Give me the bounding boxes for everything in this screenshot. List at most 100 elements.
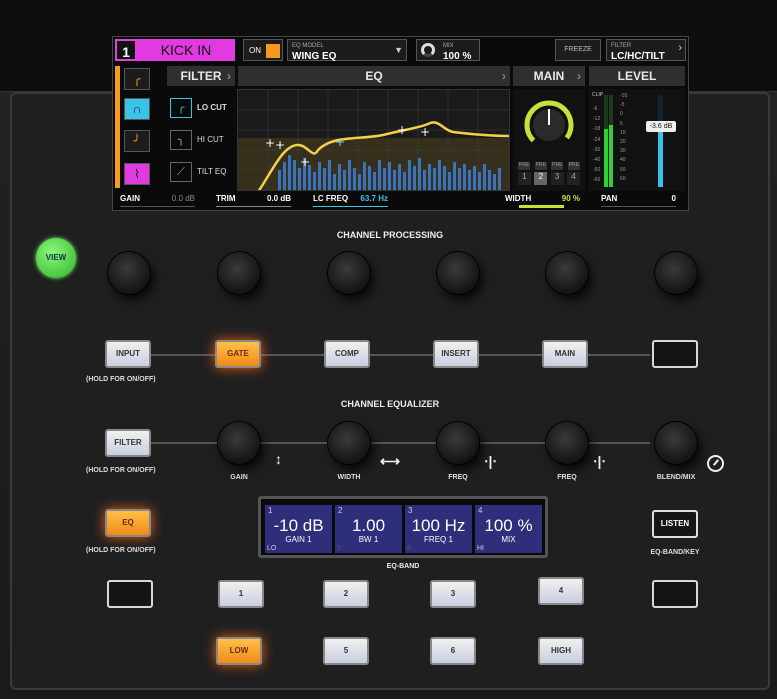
main-bus-buttons: 1 2 3 4	[518, 172, 580, 185]
comp-button[interactable]: COMP	[324, 340, 370, 368]
band-button-4[interactable]: 4	[538, 577, 584, 605]
band-button-high[interactable]: HIGH	[538, 637, 584, 665]
mix-control[interactable]: MIX 100 %	[416, 39, 480, 62]
input-meter-l	[604, 95, 608, 187]
freq-knob-1[interactable]	[437, 422, 479, 464]
filter-option-lo-cut[interactable]: ╭ LO CUT	[170, 97, 230, 119]
footer-pan[interactable]: PAN 0	[601, 194, 676, 210]
band-button-1[interactable]: 1	[218, 580, 264, 608]
freq-knob-2-label: FREQ	[557, 474, 577, 481]
eq-on-button[interactable]: ON	[243, 39, 283, 61]
freeze-button[interactable]: FREEZE	[555, 39, 601, 61]
lcd-idx: 3	[408, 506, 413, 515]
main-bus-2[interactable]: 2	[534, 172, 548, 185]
band-button-5[interactable]: 5	[323, 637, 369, 665]
chevron-right-icon: ›	[227, 69, 231, 83]
on-indicator	[266, 44, 280, 58]
eq-model-selector[interactable]: EQ MODEL WING EQ ▼	[287, 39, 407, 62]
blank-button-right[interactable]	[652, 580, 698, 608]
gain-footer-value: 0.0 dB	[171, 194, 195, 203]
hold-hint-eq: (HOLD FOR ON/OFF)	[86, 547, 156, 554]
blend-mix-knob[interactable]	[655, 422, 697, 464]
lcd-sub: GAIN 1	[285, 535, 312, 544]
section-level[interactable]: LEVEL	[589, 66, 685, 86]
freq-knob-2[interactable]	[546, 422, 588, 464]
clip-label: CLIP	[592, 92, 604, 98]
eq-bell-tab-icon[interactable]: ∩	[124, 98, 150, 120]
hold-hint-input: (HOLD FOR ON/OFF)	[86, 376, 156, 383]
blend-mix-knob-label: BLEND/MIX	[656, 474, 696, 481]
processing-knob-1[interactable]	[108, 252, 150, 294]
processing-knob-2[interactable]	[218, 252, 260, 294]
lcd-cell-2: 2 1.00 BW 1 5	[335, 505, 402, 553]
insert-button[interactable]: INSERT	[433, 340, 479, 368]
lo-cut-tab-icon[interactable]: ╭	[124, 68, 150, 90]
meter-scale-tick: -18	[593, 126, 601, 133]
chevron-right-icon: ›	[577, 69, 581, 83]
eq-button[interactable]: EQ	[105, 509, 151, 537]
filter-type-selector[interactable]: FILTER LC/HC/TILT ›	[606, 39, 686, 62]
hi-cut-tab-icon[interactable]: ╯	[124, 130, 150, 152]
footer-width[interactable]: WIDTH 90 %	[505, 194, 580, 210]
width-knob[interactable]	[328, 422, 370, 464]
level-scale-tick: 50	[620, 166, 626, 173]
width-dial-svg	[524, 100, 574, 150]
hi-cut-icon: ╮	[170, 129, 192, 150]
pre-label: PRE	[518, 162, 531, 170]
blank-button-top[interactable]	[652, 340, 698, 368]
gain-knob[interactable]	[218, 422, 260, 464]
filter-option-hi-cut[interactable]: ╮ HI CUT	[170, 129, 230, 151]
section-eq[interactable]: EQ ›	[238, 66, 510, 86]
view-button[interactable]: VIEW	[36, 238, 76, 278]
vertical-arrows-icon: ↕	[275, 451, 282, 467]
chevron-right-icon: ›	[502, 69, 506, 83]
band-button-6[interactable]: 6	[430, 637, 476, 665]
band-button-low[interactable]: LOW	[216, 637, 262, 665]
trim-value: 0.0 dB	[266, 194, 291, 203]
channel-number[interactable]: 1	[115, 39, 137, 61]
blank-button-left[interactable]	[107, 580, 153, 608]
lcd-value: 100 %	[484, 516, 533, 535]
chevron-right-icon: ›	[678, 42, 682, 54]
tab-strip-accent	[115, 66, 120, 188]
listen-button[interactable]: LISTEN	[652, 510, 698, 538]
eq-model-value: WING EQ	[292, 51, 337, 62]
lcd-sub: BW 1	[358, 535, 379, 544]
channel-name[interactable]: KICK IN	[137, 39, 235, 61]
svg-text:+: +	[420, 125, 430, 139]
footer-gain[interactable]: GAIN 0.0 dB	[120, 194, 195, 210]
processing-knob-3[interactable]	[328, 252, 370, 294]
level-scale-tick: -10	[620, 93, 628, 99]
filter-button[interactable]: FILTER	[105, 429, 151, 457]
level-scale-tick: 30	[620, 148, 626, 155]
section-main-label: MAIN	[533, 69, 565, 83]
band-button-2[interactable]: 2	[323, 580, 369, 608]
main-bus-3[interactable]: 3	[550, 172, 564, 185]
band-button-3[interactable]: 3	[430, 580, 476, 608]
main-bus-1[interactable]: 1	[518, 172, 531, 185]
processing-knob-6[interactable]	[655, 252, 697, 294]
main-bus-4[interactable]: 4	[566, 172, 580, 185]
fader-level-value[interactable]: -3.6 dB	[646, 121, 676, 132]
freq-split-icon: ⋅|⋅	[484, 453, 497, 469]
level-scale-tick: 60	[620, 175, 626, 182]
lcd-sub: FREQ 1	[424, 535, 453, 544]
hi-cut-label: HI CUT	[197, 135, 224, 144]
processing-knob-5[interactable]	[546, 252, 588, 294]
eq-graph[interactable]: + + + + + +	[237, 89, 510, 191]
input-button[interactable]: INPUT	[105, 340, 151, 368]
pre-label: PRE	[567, 162, 580, 170]
processing-knob-4[interactable]	[437, 252, 479, 294]
gate-button[interactable]: GATE	[215, 340, 261, 368]
footer-trim[interactable]: TRIM 0.0 dB	[216, 194, 291, 210]
section-filter[interactable]: FILTER ›	[167, 66, 235, 86]
width-label: WIDTH	[505, 194, 532, 203]
main-button[interactable]: MAIN	[542, 340, 588, 368]
tilt-tab-icon[interactable]: ⌇	[124, 163, 150, 185]
lcd-value: 1.00	[351, 516, 386, 535]
footer-lcfreq[interactable]: LC FREQ 63.7 Hz	[313, 194, 388, 210]
filter-option-tilt-eq[interactable]: ⟋ TILT EQ	[170, 161, 230, 183]
section-main[interactable]: MAIN ›	[513, 66, 585, 86]
level-scale-tick: 20	[620, 139, 626, 146]
level-scale-tick: 0	[620, 111, 623, 118]
